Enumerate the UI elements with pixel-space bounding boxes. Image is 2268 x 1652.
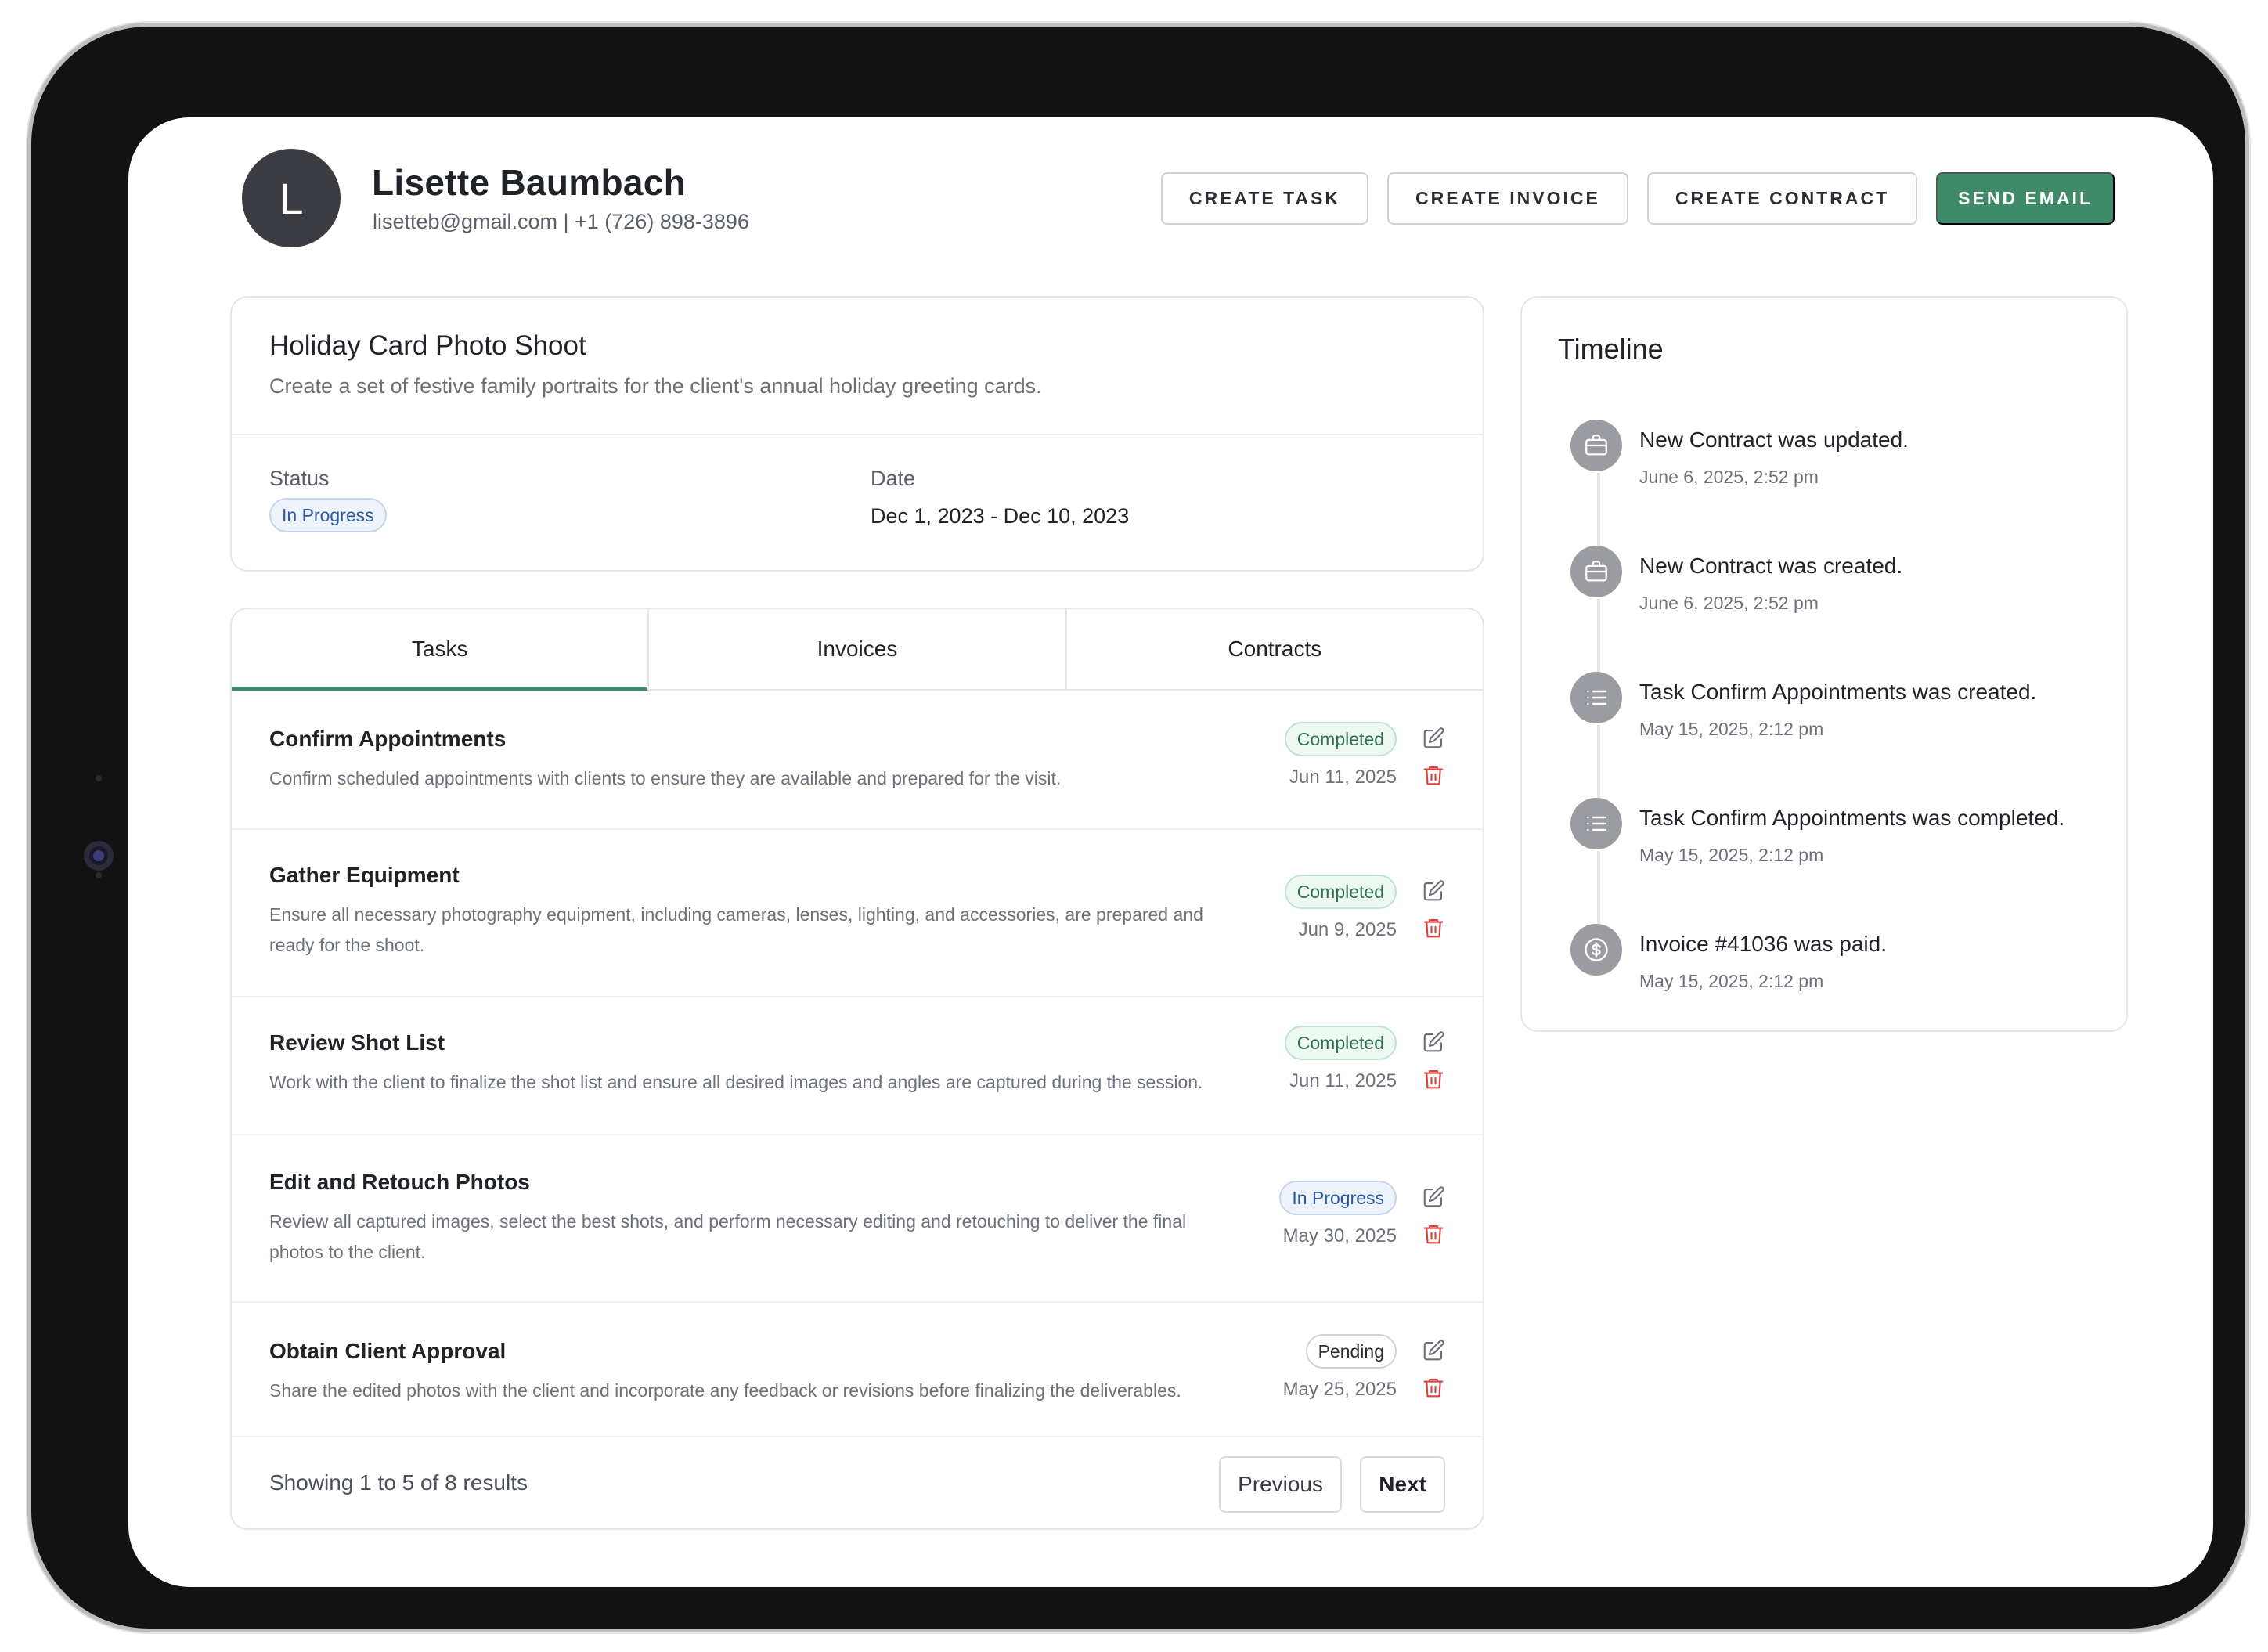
task-description: Work with the client to finalize the sho… (269, 1072, 1203, 1092)
timeline-connector (1597, 473, 1600, 548)
trash-icon[interactable] (1420, 1066, 1447, 1092)
task-description: Review all captured images, select the b… (269, 1211, 1187, 1262)
status-badge: Completed (1284, 1026, 1397, 1060)
briefcase-icon (1570, 546, 1622, 597)
sensor-bottom (96, 872, 102, 878)
create-invoice-button[interactable]: CREATE INVOICE (1387, 172, 1628, 225)
task-date: Jun 9, 2025 (1298, 919, 1397, 940)
project-card: Holiday Card Photo Shoot Create a set of… (230, 296, 1484, 572)
create-contract-button[interactable]: CREATE CONTRACT (1646, 172, 1918, 225)
timeline-text: Task Confirm Appointments was completed. (1639, 806, 2065, 830)
tab-invoices[interactable]: Invoices (647, 609, 1065, 689)
task-description: Confirm scheduled appointments with clie… (269, 768, 1062, 788)
camera-icon (84, 841, 114, 871)
pagination: Showing 1 to 5 of 8 results Previous Nex… (232, 1437, 1483, 1528)
timeline-connector (1597, 725, 1600, 800)
timeline-time: May 15, 2025, 2:12 pm (1639, 971, 1824, 991)
timeline-time: May 15, 2025, 2:12 pm (1639, 845, 1824, 865)
task-description: Share the edited photos with the client … (269, 1380, 1181, 1401)
edit-icon[interactable] (1420, 878, 1447, 904)
table-row: Gather Equipment Ensure all necessary ph… (232, 830, 1483, 997)
tablet-frame: L Lisette Baumbach lisetteb@gmail.com | … (31, 27, 2245, 1629)
next-button[interactable]: Next (1360, 1456, 1445, 1513)
trash-icon[interactable] (1420, 762, 1447, 788)
timeline-connector (1597, 851, 1600, 926)
timeline-text: New Contract was updated. (1639, 427, 1909, 452)
tasks-card: Tasks Invoices Contracts Confirm Appoint… (230, 608, 1484, 1530)
task-title: Review Shot List (269, 1030, 445, 1055)
dollar-icon (1570, 924, 1622, 976)
task-title: Gather Equipment (269, 863, 460, 887)
task-title: Edit and Retouch Photos (269, 1170, 530, 1194)
timeline-text: Task Confirm Appointments was created. (1639, 680, 2037, 704)
project-title: Holiday Card Photo Shoot (269, 330, 586, 361)
task-title: Obtain Client Approval (269, 1339, 507, 1363)
divider (232, 434, 1483, 435)
timeline-time: May 15, 2025, 2:12 pm (1639, 719, 1824, 739)
task-date: May 30, 2025 (1282, 1225, 1397, 1246)
trash-icon[interactable] (1420, 914, 1447, 941)
status-badge: In Progress (269, 498, 387, 532)
task-date: Jun 11, 2025 (1289, 1070, 1397, 1091)
briefcase-icon (1570, 420, 1622, 471)
status-field: In Progress (269, 498, 387, 532)
trash-icon[interactable] (1420, 1221, 1447, 1247)
edit-icon[interactable] (1420, 1029, 1447, 1055)
table-row: Edit and Retouch Photos Review all captu… (232, 1135, 1483, 1303)
sensor-top (96, 775, 102, 781)
task-description: Ensure all necessary photography equipme… (269, 904, 1203, 955)
previous-button[interactable]: Previous (1219, 1456, 1342, 1513)
task-title: Confirm Appointments (269, 727, 507, 751)
status-label: Status (269, 467, 330, 490)
timeline-text: Invoice #41036 was paid. (1639, 932, 1887, 956)
date-range: Dec 1, 2023 - Dec 10, 2023 (871, 504, 1130, 528)
tab-bar: Tasks Invoices Contracts (232, 609, 1483, 691)
avatar: L (242, 149, 341, 247)
timeline-time: June 6, 2025, 2:52 pm (1639, 467, 1819, 487)
timeline-text: New Contract was created. (1639, 554, 1903, 578)
timeline-time: June 6, 2025, 2:52 pm (1639, 593, 1819, 613)
list-icon (1570, 798, 1622, 849)
avatar-initial: L (279, 173, 304, 223)
edit-icon[interactable] (1420, 1337, 1447, 1364)
trash-icon[interactable] (1420, 1374, 1447, 1401)
timeline-card: Timeline New Contract was updated. June … (1520, 296, 2128, 1032)
task-date: Jun 11, 2025 (1289, 766, 1397, 788)
timeline-connector (1597, 599, 1600, 674)
project-description: Create a set of festive family portraits… (269, 374, 1042, 398)
table-row: Confirm Appointments Confirm scheduled a… (232, 691, 1483, 830)
client-name: Lisette Baumbach (372, 162, 687, 203)
client-contact: lisetteb@gmail.com | +1 (726) 898-3896 (373, 210, 749, 233)
date-label: Date (871, 467, 916, 490)
edit-icon[interactable] (1420, 725, 1447, 752)
edit-icon[interactable] (1420, 1184, 1447, 1210)
tab-contracts[interactable]: Contracts (1065, 609, 1483, 689)
table-row: Review Shot List Work with the client to… (232, 997, 1483, 1135)
status-badge: Pending (1305, 1334, 1397, 1369)
send-email-button[interactable]: SEND EMAIL (1936, 172, 2115, 225)
tab-tasks[interactable]: Tasks (232, 609, 648, 691)
pagination-summary: Showing 1 to 5 of 8 results (269, 1470, 528, 1495)
status-badge: In Progress (1279, 1181, 1397, 1215)
table-row: Obtain Client Approval Share the edited … (232, 1303, 1483, 1437)
status-badge: Completed (1284, 722, 1397, 756)
header-actions: CREATE TASK CREATE INVOICE CREATE CONTRA… (1160, 172, 2115, 225)
status-badge: Completed (1284, 875, 1397, 909)
create-task-button[interactable]: CREATE TASK (1160, 172, 1369, 225)
timeline-title: Timeline (1558, 333, 1664, 365)
list-icon (1570, 672, 1622, 723)
task-date: May 25, 2025 (1282, 1379, 1397, 1400)
app-screen: L Lisette Baumbach lisetteb@gmail.com | … (128, 117, 2213, 1587)
